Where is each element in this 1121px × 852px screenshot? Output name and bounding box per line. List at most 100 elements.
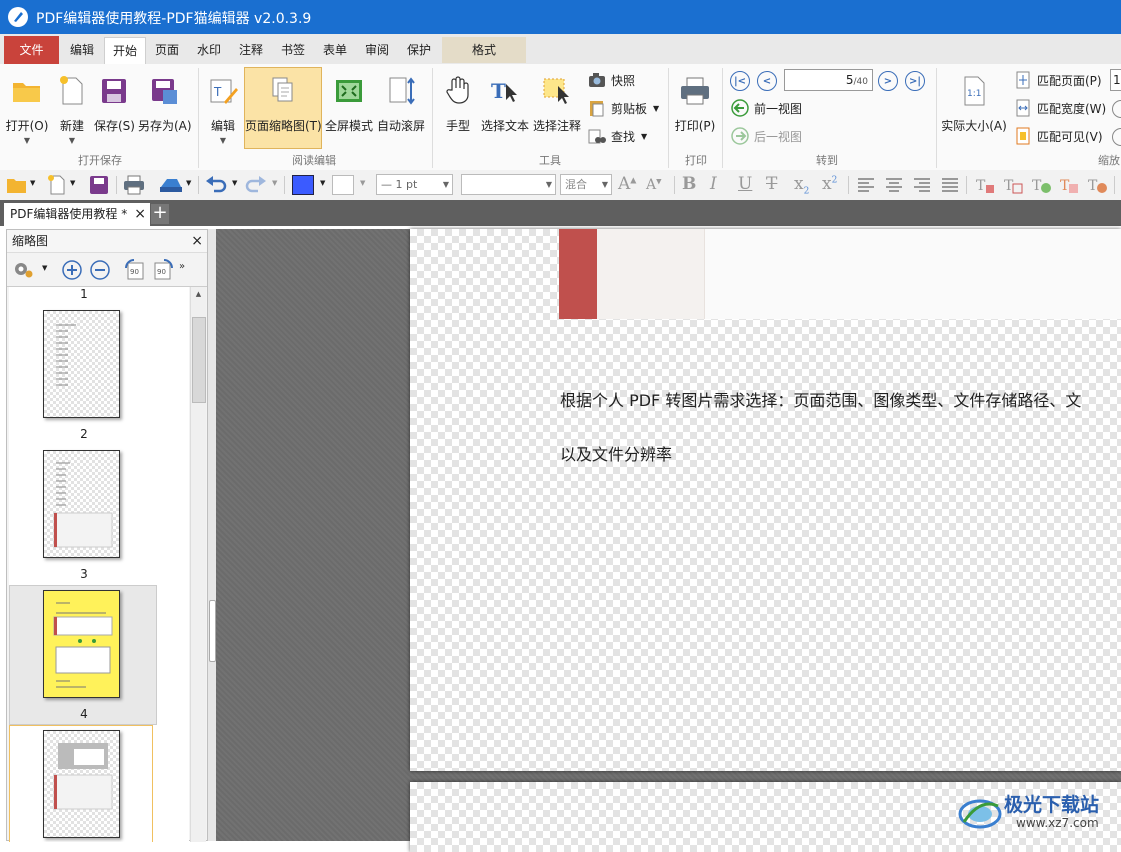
chevron-down-icon[interactable]: ▼: [360, 179, 365, 187]
align-right-icon[interactable]: [912, 175, 932, 195]
text-check-icon[interactable]: T: [1030, 175, 1052, 195]
next-view-button[interactable]: 后一视图: [730, 126, 802, 146]
chevron-down-icon[interactable]: ▼: [42, 264, 47, 272]
tab-page[interactable]: 页面: [147, 37, 187, 63]
chevron-down-icon[interactable]: ▼: [232, 179, 237, 187]
panel-splitter[interactable]: [208, 229, 216, 841]
new-doc-icon[interactable]: [46, 175, 68, 195]
zoom-out-icon[interactable]: [89, 259, 111, 281]
prev-view-button[interactable]: 前一视图: [730, 98, 802, 118]
open-button[interactable]: 打开(O) ▼: [4, 74, 50, 145]
close-icon[interactable]: ×: [191, 230, 203, 252]
zoom-out-icon[interactable]: [1112, 100, 1121, 118]
thumbnail-page[interactable]: [43, 450, 120, 558]
select-annotation-button[interactable]: 选择注释: [532, 74, 582, 134]
italic-icon[interactable]: I: [710, 174, 717, 194]
text-copy-icon[interactable]: T: [1058, 175, 1080, 195]
edit-button[interactable]: T 编辑 ▼: [204, 74, 242, 145]
fit-width-button[interactable]: 匹配宽度(W): [1013, 98, 1106, 118]
line-width-select[interactable]: — 1 pt ▼: [376, 174, 453, 195]
first-page-button[interactable]: |<: [730, 71, 750, 91]
chevron-down-icon[interactable]: ▼: [272, 179, 277, 187]
find-button[interactable]: 查找 ▼: [587, 126, 647, 146]
select-text-button[interactable]: T 选择文本: [480, 74, 530, 134]
blend-mode-select[interactable]: 混合 ▼: [560, 174, 612, 195]
undo-icon[interactable]: [204, 175, 228, 195]
last-page-button[interactable]: >|: [905, 71, 925, 91]
zoom-input[interactable]: 1: [1110, 69, 1121, 91]
tab-file[interactable]: 文件: [4, 36, 59, 64]
thumbnail-scrollbar[interactable]: ▲: [190, 287, 206, 842]
tab-review[interactable]: 审阅: [357, 37, 397, 63]
save-icon[interactable]: [88, 175, 110, 195]
page-thumbnails-button[interactable]: 页面缩略图(T): [244, 67, 322, 149]
clipboard-button[interactable]: 剪贴板 ▼: [587, 98, 659, 118]
tab-annotate[interactable]: 注释: [231, 37, 271, 63]
hand-tool-button[interactable]: 手型: [440, 74, 476, 134]
tab-bookmark[interactable]: 书签: [273, 37, 313, 63]
font-shrink-icon[interactable]: A▼: [646, 177, 662, 193]
fullscreen-button[interactable]: 全屏模式: [325, 74, 373, 134]
print-button[interactable]: 打印(P): [672, 74, 718, 134]
thumbnail-page[interactable]: [43, 730, 120, 838]
rotate-left-icon[interactable]: 90: [123, 258, 147, 282]
subscript-icon[interactable]: x2: [794, 174, 809, 196]
redo-icon[interactable]: [244, 175, 268, 195]
document-tab[interactable]: PDF编辑器使用教程 * ×: [4, 203, 150, 226]
thumbnail-page[interactable]: [43, 310, 120, 418]
textbox-tool-icon[interactable]: T: [1002, 175, 1024, 195]
snapshot-button[interactable]: 快照: [587, 70, 635, 90]
rotate-right-icon[interactable]: 90: [151, 258, 175, 282]
scanner-icon[interactable]: [158, 175, 184, 195]
gear-icon[interactable]: [12, 259, 34, 279]
expand-more-icon[interactable]: »: [179, 261, 185, 272]
splitter-grip[interactable]: [209, 600, 216, 662]
tab-start[interactable]: 开始: [104, 37, 146, 64]
chevron-down-icon[interactable]: ▼: [320, 179, 325, 187]
tab-watermark[interactable]: 水印: [189, 37, 229, 63]
save-button[interactable]: 保存(S): [94, 74, 135, 134]
font-family-select[interactable]: ▼: [461, 174, 556, 195]
chevron-down-icon[interactable]: ▼: [186, 179, 191, 187]
tab-format[interactable]: 格式: [442, 37, 526, 63]
zoom-in-icon[interactable]: [1112, 128, 1121, 146]
text-tool-icon[interactable]: T: [974, 175, 996, 195]
new-button[interactable]: 新建 ▼: [54, 74, 90, 145]
printer-icon[interactable]: [122, 175, 146, 195]
page-number-input[interactable]: 5/40: [784, 69, 873, 91]
stroke-color-swatch[interactable]: [332, 175, 354, 195]
thumbnail-page-selected[interactable]: [43, 590, 120, 698]
strikethrough-icon[interactable]: T: [766, 174, 777, 194]
zoom-in-icon[interactable]: [61, 259, 83, 281]
scroll-up-icon[interactable]: ▲: [192, 287, 205, 301]
chevron-down-icon[interactable]: ▼: [30, 179, 35, 187]
tab-protect[interactable]: 保护: [399, 37, 439, 63]
tab-edit[interactable]: 编辑: [62, 37, 102, 63]
save-as-icon: [152, 79, 177, 104]
add-tab-button[interactable]: +: [151, 204, 169, 224]
prev-page-button[interactable]: <: [757, 71, 777, 91]
fill-color-swatch[interactable]: [292, 175, 314, 195]
chevron-down-icon[interactable]: ▼: [70, 179, 75, 187]
pdf-page[interactable]: 根据个人 PDF 转图片需求选择：页面范围、图像类型、文件存储路径、文 以及文件…: [410, 229, 1121, 771]
align-justify-icon[interactable]: [940, 175, 960, 195]
close-icon[interactable]: ×: [134, 203, 146, 225]
font-grow-icon[interactable]: A▲: [618, 174, 636, 194]
text-approve-icon[interactable]: T: [1086, 175, 1108, 195]
next-page-button[interactable]: >: [878, 71, 898, 91]
bold-icon[interactable]: B: [682, 174, 696, 194]
document-viewer[interactable]: 根据个人 PDF 转图片需求选择：页面范围、图像类型、文件存储路径、文 以及文件…: [216, 229, 1121, 852]
autoscroll-button[interactable]: 自动滚屏: [376, 74, 426, 134]
align-center-icon[interactable]: [884, 175, 904, 195]
superscript-icon[interactable]: x2: [822, 174, 837, 194]
scrollbar-thumb[interactable]: [192, 317, 206, 403]
actual-size-button[interactable]: 1:1 实际大小(A): [940, 74, 1008, 134]
fit-visible-button[interactable]: 匹配可见(V): [1013, 126, 1103, 146]
save-as-button[interactable]: 另存为(A): [138, 74, 192, 134]
group-divider: [198, 68, 199, 168]
fit-page-button[interactable]: 匹配页面(P): [1013, 70, 1102, 90]
tab-form[interactable]: 表单: [315, 37, 355, 63]
align-left-icon[interactable]: [856, 175, 876, 195]
underline-icon[interactable]: U: [738, 174, 752, 194]
open-folder-icon[interactable]: [6, 175, 28, 195]
